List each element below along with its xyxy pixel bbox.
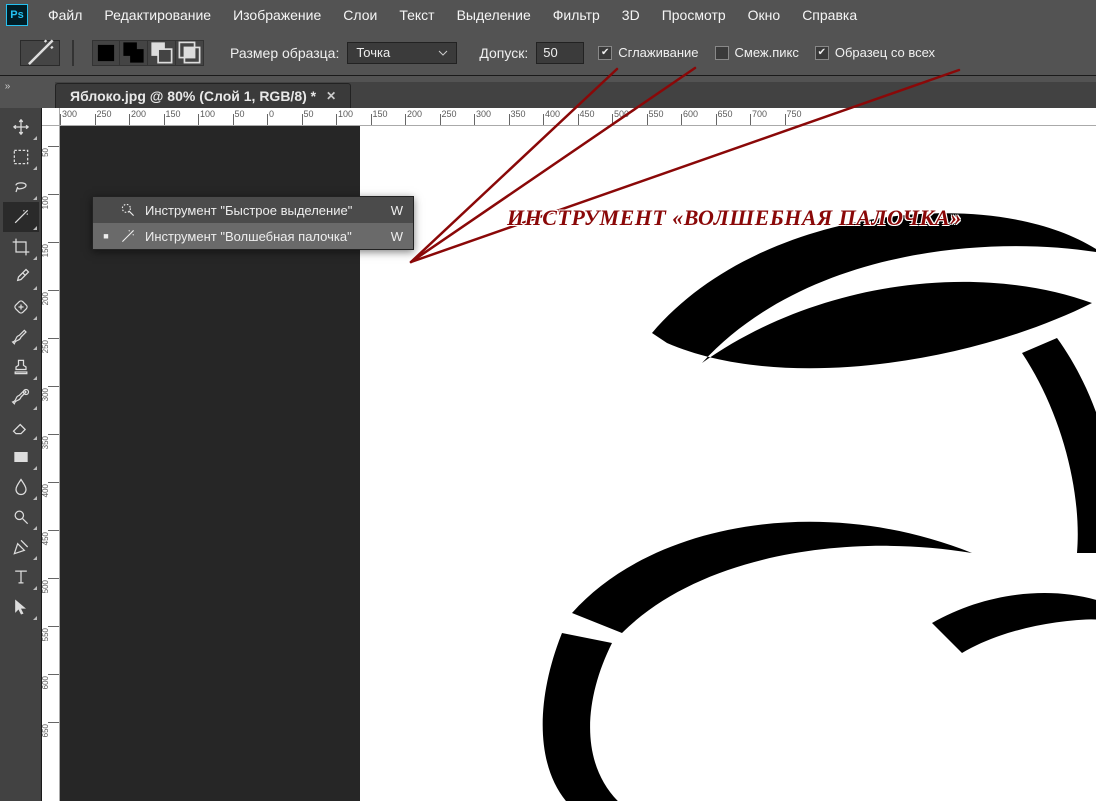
app-logo: Ps <box>6 4 28 26</box>
panel-collapse-handle[interactable]: » <box>0 76 15 96</box>
tool-dodge[interactable] <box>3 502 39 532</box>
tool-gradient[interactable] <box>3 442 39 472</box>
document-tab-title: Яблоко.jpg @ 80% (Слой 1, RGB/8) * <box>70 88 316 104</box>
toolbox <box>0 108 42 801</box>
menu-3d[interactable]: 3D <box>612 3 650 27</box>
close-icon[interactable]: ✕ <box>326 89 336 103</box>
flyout-item-magic-wand[interactable]: ■ Инструмент "Волшебная палочка" W <box>93 223 413 249</box>
current-tool-preset[interactable] <box>20 40 60 66</box>
divider <box>72 40 74 66</box>
tool-path-select[interactable] <box>3 592 39 622</box>
menu-file[interactable]: Файл <box>38 3 92 27</box>
workspace: 3002502001501005005010015020025030035040… <box>0 108 1096 801</box>
tool-type[interactable] <box>3 562 39 592</box>
menu-select[interactable]: Выделение <box>447 3 541 27</box>
selection-add-button[interactable] <box>120 40 148 66</box>
ruler-horizontal[interactable]: 3002502001501005005010015020025030035040… <box>60 108 1096 126</box>
flyout-item-quick-selection[interactable]: Инструмент "Быстрое выделение" W <box>93 197 413 223</box>
tool-stamp[interactable] <box>3 352 39 382</box>
all-layers-label: Образец со всех <box>835 45 935 60</box>
document-tab[interactable]: Яблоко.jpg @ 80% (Слой 1, RGB/8) * ✕ <box>55 83 351 108</box>
tool-brush[interactable] <box>3 322 39 352</box>
contiguous-label: Смеж.пикс <box>735 45 799 60</box>
tool-lasso[interactable] <box>3 172 39 202</box>
menu-edit[interactable]: Редактирование <box>94 3 221 27</box>
menu-filter[interactable]: Фильтр <box>543 3 610 27</box>
selection-new-button[interactable] <box>92 40 120 66</box>
canvas-area[interactable]: 3002502001501005005010015020025030035040… <box>42 108 1096 801</box>
tool-history-brush[interactable] <box>3 382 39 412</box>
tool-flyout-menu: Инструмент "Быстрое выделение" W ■ Инстр… <box>92 196 414 250</box>
antialias-label: Сглаживание <box>618 45 698 60</box>
ruler-origin[interactable] <box>42 108 60 126</box>
options-bar: Размер образца: Точка Допуск: Сглаживани… <box>0 30 1096 76</box>
all-layers-checkbox[interactable]: Образец со всех <box>815 45 935 60</box>
menu-view[interactable]: Просмотр <box>652 3 736 27</box>
canvas-artwork <box>502 193 1096 801</box>
tool-magic-wand[interactable] <box>3 202 39 232</box>
tool-move[interactable] <box>3 112 39 142</box>
contiguous-checkbox[interactable]: Смеж.пикс <box>715 45 799 60</box>
flyout-item-label: Инструмент "Быстрое выделение" <box>145 203 383 218</box>
menu-window[interactable]: Окно <box>738 3 791 27</box>
flyout-active-indicator: ■ <box>101 231 111 241</box>
sample-size-value: Точка <box>356 45 390 60</box>
selection-subtract-button[interactable] <box>148 40 176 66</box>
chevron-down-icon <box>438 48 448 58</box>
document-tab-bar: Яблоко.jpg @ 80% (Слой 1, RGB/8) * ✕ <box>55 82 1096 108</box>
wand-icon <box>21 34 59 72</box>
checkbox-icon <box>715 46 729 60</box>
sample-size-label: Размер образца: <box>230 45 339 61</box>
tool-crop[interactable] <box>3 232 39 262</box>
tool-eyedropper[interactable] <box>3 262 39 292</box>
tool-pen[interactable] <box>3 532 39 562</box>
flyout-item-label: Инструмент "Волшебная палочка" <box>145 229 383 244</box>
checkbox-icon <box>598 46 612 60</box>
ruler-vertical[interactable]: 50100150200250300350400450500550600650 <box>42 126 60 801</box>
menu-layers[interactable]: Слои <box>333 3 387 27</box>
selection-intersect-button[interactable] <box>176 40 204 66</box>
quick-selection-icon <box>119 202 137 218</box>
flyout-item-shortcut: W <box>391 229 403 244</box>
antialias-checkbox[interactable]: Сглаживание <box>598 45 698 60</box>
tool-healing[interactable] <box>3 292 39 322</box>
menu-help[interactable]: Справка <box>792 3 867 27</box>
menu-image[interactable]: Изображение <box>223 3 331 27</box>
wand-icon <box>119 228 137 244</box>
sample-size-select[interactable]: Точка <box>347 42 457 64</box>
tolerance-input[interactable] <box>536 42 584 64</box>
tolerance-label: Допуск: <box>479 45 528 61</box>
tool-marquee[interactable] <box>3 142 39 172</box>
selection-mode-group <box>92 40 204 66</box>
menu-text[interactable]: Текст <box>389 3 444 27</box>
flyout-item-shortcut: W <box>391 203 403 218</box>
checkbox-icon <box>815 46 829 60</box>
tool-eraser[interactable] <box>3 412 39 442</box>
menubar: Ps Файл Редактирование Изображение Слои … <box>0 0 1096 30</box>
tool-blur[interactable] <box>3 472 39 502</box>
